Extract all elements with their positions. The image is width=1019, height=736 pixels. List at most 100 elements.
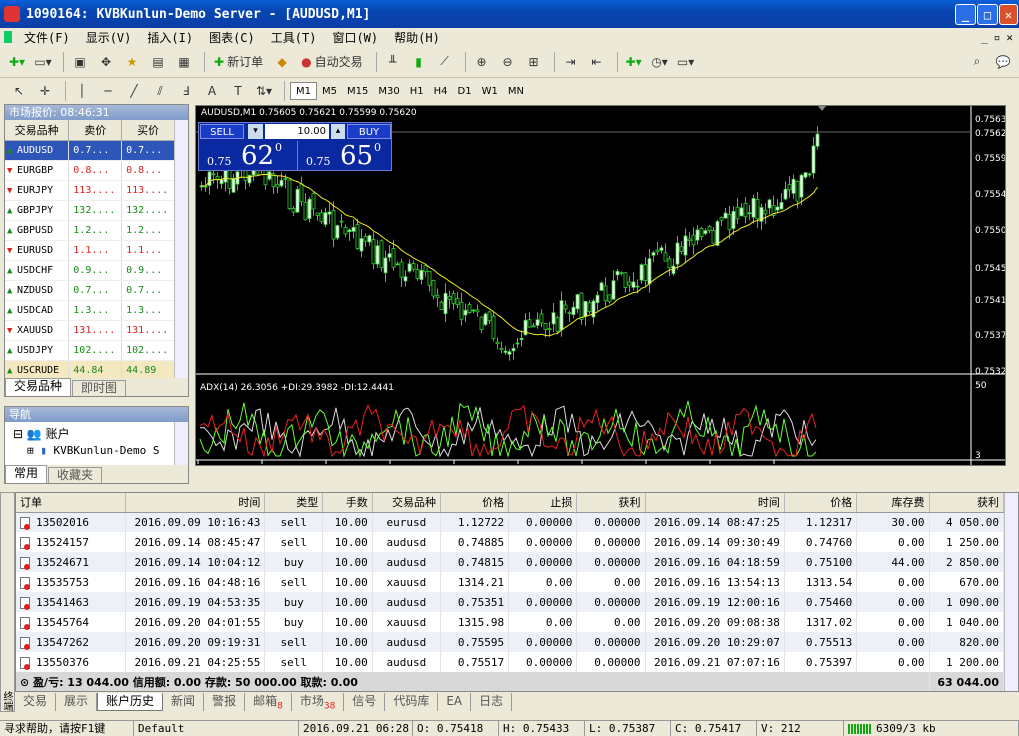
col-header-9[interactable]: 价格 [784, 493, 858, 513]
close-button[interactable]: ✕ [999, 4, 1018, 25]
terminal-tab-0[interactable]: 交易 [15, 693, 57, 711]
menu-item-6[interactable]: 帮助(H) [386, 29, 448, 46]
market-watch-row[interactable]: ▲ GBPUSD 1.2... 1.2... [5, 220, 175, 241]
timeframe-h1[interactable]: H1 [405, 82, 429, 100]
tab-0[interactable]: 常用 [5, 465, 48, 483]
table-row[interactable]: 13524157 2016.09.14 08:45:47 sell 10.00 audu… [16, 532, 1004, 552]
lot-increase-button[interactable]: ▴ [331, 124, 345, 139]
timeframe-h4[interactable]: H4 [429, 82, 453, 100]
terminal-tab-4[interactable]: 警报 [204, 693, 246, 711]
bar-chart-icon[interactable]: ╨ [382, 51, 404, 73]
mdi-minimize-button[interactable]: _ [981, 31, 988, 44]
terminal-tab-9[interactable]: EA [438, 693, 472, 711]
tester-icon[interactable]: ▦ [173, 51, 195, 73]
zoom-in-icon[interactable]: ⊕ [471, 51, 493, 73]
col-header-2[interactable]: 类型 [264, 493, 324, 513]
tab-1[interactable]: 收藏夹 [48, 467, 103, 483]
timeframe-w1[interactable]: W1 [477, 82, 503, 100]
menu-item-4[interactable]: 工具(T) [263, 29, 325, 46]
minimize-button[interactable]: _ [955, 4, 976, 25]
sell-price[interactable]: 0.75 62 0 [199, 141, 293, 171]
col-header-11[interactable]: 获利 [929, 493, 1004, 513]
profiles-button[interactable]: ▭▾ [32, 51, 54, 73]
chart-shift-icon[interactable]: ⇤ [586, 51, 608, 73]
metaeditor-icon[interactable]: ◆ [271, 51, 293, 73]
market-watch-row[interactable]: ▲ AUDUSD 0.7... 0.7... [5, 140, 175, 161]
nav-server-node[interactable]: ⊞ ▮ KVBKunlun-Demo S [5, 442, 188, 457]
lot-input[interactable]: 10.00 [265, 124, 329, 139]
table-row[interactable]: 13524671 2016.09.14 10:04:12 buy 10.00 audus… [16, 552, 1004, 572]
col-header-8[interactable]: 时间 [645, 493, 785, 513]
cursor-icon[interactable]: ↖ [8, 80, 30, 102]
tile-windows-icon[interactable]: ⊞ [523, 51, 545, 73]
mdi-restore-button[interactable]: ▫ [994, 31, 1001, 44]
navigator-icon[interactable]: ★ [121, 51, 143, 73]
data-window-icon[interactable]: ✥ [95, 51, 117, 73]
col-header-10[interactable]: 库存费 [856, 493, 930, 513]
terminal-tab-8[interactable]: 代码库 [385, 693, 439, 711]
shift-marker-icon[interactable] [818, 106, 826, 111]
col-header-0[interactable]: 订单 [16, 493, 127, 513]
table-row[interactable]: 13541463 2016.09.19 04:53:35 buy 10.00 audus… [16, 592, 1004, 612]
menu-item-0[interactable]: 文件(F) [16, 29, 78, 46]
market-watch-row[interactable]: ▲ USDJPY 102.... 102.... [5, 340, 175, 361]
table-row[interactable]: 13545764 2016.09.20 04:01:55 buy 10.00 xauus… [16, 612, 1004, 632]
terminal-tab-1[interactable]: 展示 [56, 693, 98, 711]
menu-item-1[interactable]: 显示(V) [78, 29, 140, 46]
table-row[interactable]: 13547262 2016.09.20 09:19:31 sell 10.00 audu… [16, 632, 1004, 652]
market-watch-scrollbar[interactable] [174, 120, 188, 382]
menu-item-3[interactable]: 图表(C) [201, 29, 263, 46]
tab-1[interactable]: 即时图 [72, 380, 127, 396]
new-order-button[interactable]: ✚ 新订单 [210, 51, 267, 73]
indicators-icon[interactable]: ✚▾ [623, 51, 645, 73]
tab-0[interactable]: 交易品种 [5, 378, 72, 396]
terminal-icon[interactable]: ▤ [147, 51, 169, 73]
search-icon[interactable]: ⌕ [966, 51, 988, 73]
terminal-scrollbar[interactable] [1004, 493, 1018, 691]
market-watch-row[interactable]: ▼ XAUUSD 131.... 131.... [5, 320, 175, 341]
timeframe-m5[interactable]: M5 [317, 82, 342, 100]
nav-account-node[interactable]: ⊟ 👥 账户 [5, 422, 188, 442]
market-watch-row[interactable]: ▼ EURGBP 0.8... 0.8... [5, 160, 175, 181]
timeframe-m30[interactable]: M30 [373, 82, 404, 100]
col-header-4[interactable]: 交易品种 [372, 493, 441, 513]
menu-item-2[interactable]: 插入(I) [139, 29, 201, 46]
timeframe-m1[interactable]: M1 [290, 82, 317, 100]
mdi-close-button[interactable]: ✕ [1006, 31, 1013, 44]
col-symbol[interactable]: 交易品种 [5, 120, 70, 141]
terminal-tab-3[interactable]: 新闻 [163, 693, 205, 711]
col-header-1[interactable]: 时间 [125, 493, 266, 513]
trendline-icon[interactable]: ╱ [123, 80, 145, 102]
navigator-scrollbar[interactable] [174, 422, 188, 465]
market-watch-row[interactable]: ▼ EURUSD 1.1... 1.1... [5, 240, 175, 261]
terminal-tab-10[interactable]: 日志 [471, 693, 513, 711]
timeframe-m15[interactable]: M15 [342, 82, 373, 100]
crosshair-icon[interactable]: ✛ [34, 80, 56, 102]
market-watch-row[interactable]: ▲ USDCAD 1.3... 1.3... [5, 300, 175, 321]
market-watch-row[interactable]: ▲ GBPJPY 132.... 132.... [5, 200, 175, 221]
terminal-tab-7[interactable]: 信号 [344, 693, 386, 711]
auto-scroll-icon[interactable]: ⇥ [560, 51, 582, 73]
zoom-out-icon[interactable]: ⊖ [497, 51, 519, 73]
col-ask[interactable]: 买价 [121, 120, 175, 141]
market-watch-toggle-icon[interactable]: ▣ [69, 51, 91, 73]
menu-item-5[interactable]: 窗口(W) [324, 29, 386, 46]
market-watch-row[interactable]: ▲ USDCHF 0.9... 0.9... [5, 260, 175, 281]
new-chart-button[interactable]: ✚▾ [6, 51, 28, 73]
market-watch-row[interactable]: ▲ NZDUSD 0.7... 0.7... [5, 280, 175, 301]
horizontal-line-icon[interactable]: ─ [97, 80, 119, 102]
label-icon[interactable]: T [227, 80, 249, 102]
fibonacci-icon[interactable]: Ⅎ [175, 80, 197, 102]
table-row[interactable]: 13535753 2016.09.16 04:48:16 sell 10.00 xauu… [16, 572, 1004, 592]
channel-icon[interactable]: ⫽ [149, 80, 171, 102]
text-icon[interactable]: A [201, 80, 223, 102]
terminal-tab-6[interactable]: 市场38 [292, 693, 345, 711]
auto-trade-button[interactable]: ● 自动交易 [297, 51, 367, 73]
vertical-line-icon[interactable]: │ [71, 80, 93, 102]
candlestick-icon[interactable]: ▮ [408, 51, 430, 73]
arrows-icon[interactable]: ⇅▾ [253, 80, 275, 102]
templates-icon[interactable]: ▭▾ [675, 51, 697, 73]
lot-decrease-button[interactable]: ▾ [248, 124, 263, 139]
col-header-5[interactable]: 价格 [440, 493, 510, 513]
terminal-tab-2[interactable]: 账户历史 [97, 693, 164, 711]
